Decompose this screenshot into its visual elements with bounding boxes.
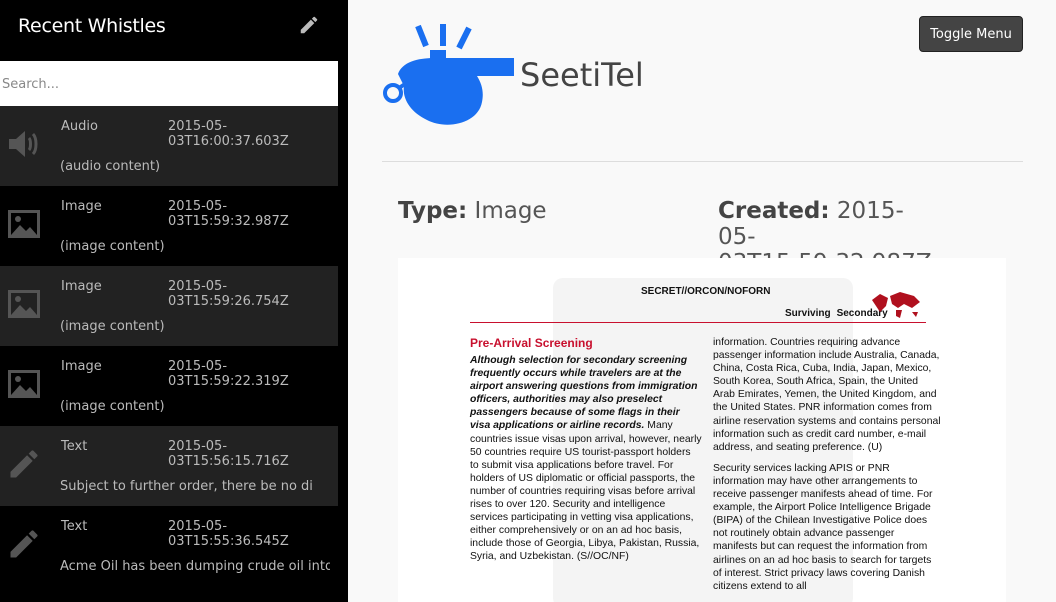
- document-paragraph: information. Countries requiring advance…: [713, 337, 941, 453]
- speaker-icon: [9, 131, 38, 157]
- sidebar-title: Recent Whistles: [18, 15, 166, 37]
- created-label: Created:: [718, 198, 830, 224]
- type-value: Image: [474, 198, 547, 224]
- document-column-left: Although selection for secondary screeni…: [470, 354, 702, 564]
- list-item[interactable]: Image 2015-05-03T15:59:32.987Z (image co…: [0, 186, 338, 266]
- search-input[interactable]: [0, 61, 338, 107]
- toggle-menu-button[interactable]: Toggle Menu: [919, 16, 1023, 52]
- item-timestamp: 2015-05-03T15:56:15.716Z: [168, 439, 289, 469]
- whistle-image: SECRET//ORCON/NOFORN Surviving Secondary …: [398, 258, 1006, 602]
- header-rule: [470, 322, 926, 323]
- pencil-icon: [10, 450, 38, 478]
- item-type: Image: [61, 199, 102, 214]
- list-item[interactable]: Text 2015-05-03T15:55:36.545Z Acme Oil h…: [0, 506, 338, 586]
- main-content: Toggle Menu SeetiTel Type: Image Created…: [348, 0, 1056, 602]
- list-item[interactable]: Text 2015-05-03T15:56:15.716Z Subject to…: [0, 426, 338, 506]
- list-item[interactable]: Audio 2015-05-03T16:00:37.603Z (audio co…: [0, 106, 338, 186]
- item-timestamp: 2015-05-03T15:55:36.545Z: [168, 519, 289, 549]
- item-content: (image content): [60, 399, 165, 414]
- document-paragraph: Security services lacking APIS or PNR in…: [713, 462, 933, 592]
- pencil-icon: [10, 530, 38, 558]
- sidebar-header: Recent Whistles: [0, 0, 348, 54]
- item-timestamp: 2015-05-03T15:59:26.754Z: [168, 279, 289, 309]
- document-header-left: Surviving: [785, 308, 831, 319]
- image-icon: [8, 290, 40, 318]
- world-map-icon: [872, 292, 920, 318]
- classification-marking: SECRET//ORCON/NOFORN: [641, 286, 771, 297]
- item-content: Subject to further order, there be no di: [60, 479, 313, 494]
- item-type: Text: [61, 439, 88, 454]
- document-heading: Pre-Arrival Screening: [470, 336, 593, 350]
- type-field: Type: Image: [398, 198, 547, 224]
- item-timestamp: 2015-05-03T15:59:22.319Z: [168, 359, 289, 389]
- item-type: Audio: [61, 119, 98, 134]
- item-timestamp: 2015-05-03T15:59:32.987Z: [168, 199, 289, 229]
- document-column-right: information. Countries requiring advance…: [713, 336, 941, 601]
- item-type: Image: [61, 359, 102, 374]
- item-content: (audio content): [60, 159, 161, 174]
- item-timestamp: 2015-05-03T16:00:37.603Z: [168, 119, 289, 149]
- item-content: (image content): [60, 319, 165, 334]
- divider: [382, 161, 1023, 162]
- list-item[interactable]: Image 2015-05-03T15:59:26.754Z (image co…: [0, 266, 338, 346]
- type-label: Type:: [398, 198, 468, 224]
- list-item[interactable]: Image 2015-05-03T15:59:22.319Z (image co…: [0, 346, 338, 426]
- whistle-logo-icon: [383, 24, 514, 125]
- brand-name: SeetiTel: [520, 56, 644, 94]
- whistle-list: Audio 2015-05-03T16:00:37.603Z (audio co…: [0, 106, 338, 586]
- item-content: Acme Oil has been dumping crude oil into: [60, 559, 330, 574]
- item-type: Image: [61, 279, 102, 294]
- item-content: (image content): [60, 239, 165, 254]
- image-icon: [8, 370, 40, 398]
- document-body-left: Many countries issue visas upon arrival,…: [470, 420, 702, 563]
- image-icon: [8, 210, 40, 238]
- pencil-icon[interactable]: [298, 14, 320, 36]
- sidebar: Recent Whistles Audio 2015-05-03T16:00:3…: [0, 0, 348, 602]
- item-type: Text: [61, 519, 88, 534]
